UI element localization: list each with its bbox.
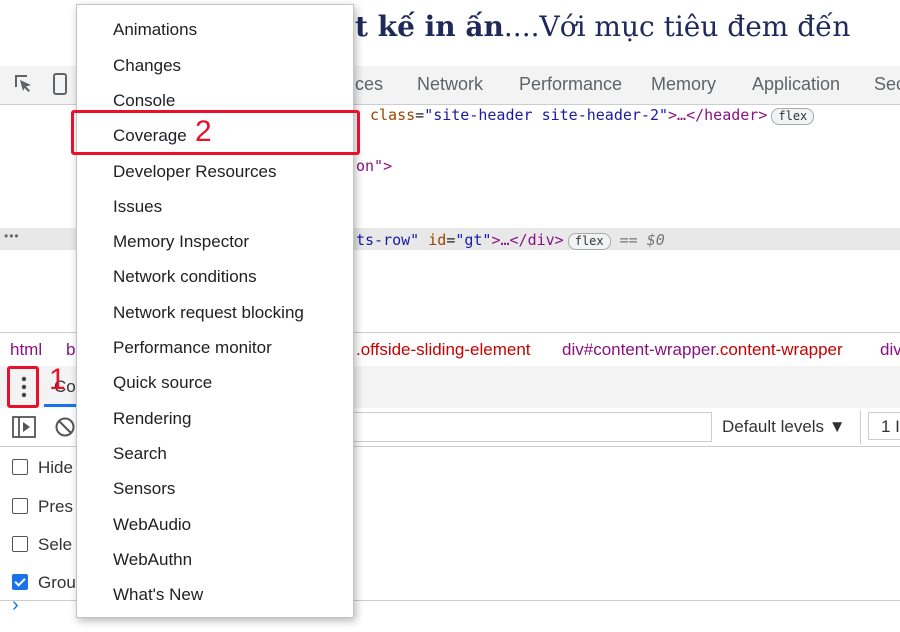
menu-item-whats-new[interactable]: What's New [113,585,203,605]
page-heading-bold: t kế in ấn [355,10,504,43]
option-label: Sele [38,535,73,554]
menu-item-performance-monitor[interactable]: Performance monitor [113,338,272,358]
dom-tag-tail: >…</header> [668,106,768,124]
menu-item-quick-source[interactable]: Quick source [113,373,212,393]
option-label: Pres [38,497,73,516]
checkbox[interactable] [12,498,28,514]
breadcrumb-html-label: html [10,340,43,359]
drawer-tab-indicator [44,404,80,407]
dom-attr-value-class: ts-row" [356,231,420,249]
clear-console-icon[interactable] [54,416,76,438]
dom-attr-id-value: "gt" [455,231,492,249]
menu-item-issues[interactable]: Issues [113,197,162,217]
menu-item-webaudio[interactable]: WebAudio [113,515,191,535]
annotation-step-2: 2 [195,115,212,148]
dom-attr-id: id [428,231,447,249]
tab-network[interactable]: Network [417,74,483,95]
menu-item-changes[interactable]: Changes [113,56,181,76]
dom-tag-tail-selected: >…</div> [491,231,564,249]
menu-item-developer-resources[interactable]: Developer Resources [113,162,276,182]
option-group-similar[interactable]: Grou [12,573,76,593]
option-preserve-log[interactable]: Pres [12,497,73,517]
dom-line-header[interactable]: class="site-header site-header-2">…</hea… [370,106,815,125]
annotation-box-coverage [71,110,360,155]
breadcrumb-content-wrapper[interactable]: div#content-wrapper.content-wrapper [562,340,843,360]
menu-item-webauthn[interactable]: WebAuthn [113,550,192,570]
console-prompt-icon[interactable]: › [12,594,19,617]
menu-item-sensors[interactable]: Sensors [113,479,175,499]
breadcrumb-cw-tag: div [562,340,584,359]
dom-row-ellipsis[interactable]: ••• [4,229,20,243]
menu-item-animations[interactable]: Animations [113,20,197,40]
tab-performance[interactable]: Performance [519,74,622,95]
menu-item-network-conditions[interactable]: Network conditions [113,267,257,287]
menu-item-memory-inspector[interactable]: Memory Inspector [113,232,249,252]
breadcrumb-div[interactable]: div [880,340,900,360]
tab-security[interactable]: Sec [874,74,900,95]
option-label: Hide [38,458,73,477]
breadcrumb-div-label: div [880,340,900,359]
breadcrumb-body-label: b [66,340,76,359]
menu-item-rendering[interactable]: Rendering [113,409,191,429]
dom-attr-name: class [370,106,416,124]
breadcrumb-body[interactable]: b [66,340,75,360]
issues-counter[interactable]: 1 I [868,412,900,440]
breadcrumb-cw-class: .content-wrapper [715,340,843,359]
page-heading: t kế in ấn....Với mục tiêu đem đến [355,10,850,43]
breadcrumb-html[interactable]: html [10,340,42,360]
checkbox[interactable] [12,536,28,552]
breadcrumb-offside-label: .offside-sliding-element [356,340,531,359]
breadcrumb-cw-id: #content-wrapper [583,340,716,359]
option-hide-network[interactable]: Hide [12,458,73,478]
flex-badge-selected[interactable]: flex [567,233,611,250]
tab-sources[interactable]: ces [355,74,383,95]
log-levels-dropdown[interactable]: Default levels ▼ [722,417,846,437]
inspect-element-icon[interactable] [12,72,36,96]
tab-application[interactable]: Application [752,74,840,95]
toolbar-divider [860,410,861,444]
page-heading-rest: ....Với mục tiêu đem đến [503,10,851,43]
selected-node-ref: == $0 [619,231,665,249]
annotation-step-1: 1 [49,363,66,396]
sidebar-toggle-icon[interactable] [12,416,36,438]
checkbox-checked[interactable] [12,574,28,590]
flex-badge[interactable]: flex [771,108,815,125]
option-label: Grou [38,573,76,592]
tab-memory[interactable]: Memory [651,74,716,95]
console-filter-input[interactable] [350,412,712,442]
device-toggle-icon[interactable] [48,72,72,96]
menu-item-network-request-blocking[interactable]: Network request blocking [113,303,304,323]
more-tools-menu: Animations Changes Console Coverage Deve… [76,4,354,618]
dom-attr-value: "site-header site-header-2" [424,106,669,124]
checkbox[interactable] [12,459,28,475]
dom-line-fragment[interactable]: on"> [356,157,392,175]
menu-item-search[interactable]: Search [113,444,167,464]
option-selected-context[interactable]: Sele [12,535,72,555]
dom-line-selected[interactable]: ts-row" id="gt">…</div> flex == $0 [356,231,665,250]
menu-item-console[interactable]: Console [113,91,175,111]
breadcrumb-offside[interactable]: .offside-sliding-element [356,340,531,360]
annotation-box-more-menu [7,366,39,408]
